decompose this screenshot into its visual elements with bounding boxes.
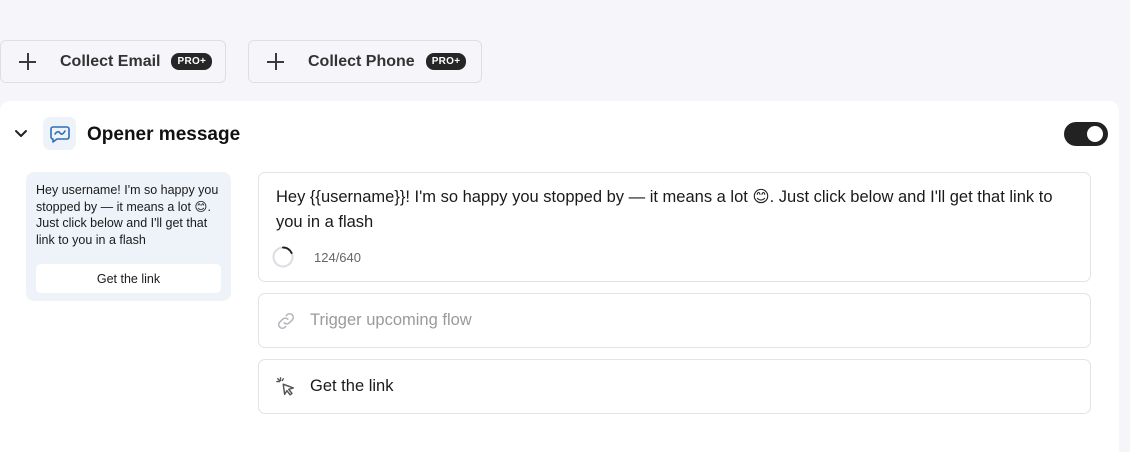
collect-email-label: Collect Email — [60, 52, 161, 70]
click-cursor-icon — [276, 376, 295, 396]
link-icon — [278, 312, 294, 329]
trigger-flow-placeholder: Trigger upcoming flow — [310, 311, 472, 329]
button-label-field[interactable]: Get the link — [258, 359, 1091, 414]
message-preview: Hey username! I'm so happy you stopped b… — [26, 172, 231, 301]
plus-icon — [267, 53, 284, 70]
pro-badge: PRO+ — [425, 53, 467, 70]
preview-text: Hey username! I'm so happy you stopped b… — [36, 183, 219, 247]
plus-icon — [19, 53, 36, 70]
opener-enabled-toggle[interactable] — [1064, 122, 1108, 146]
trigger-flow-field[interactable]: Trigger upcoming flow — [258, 293, 1091, 348]
message-editor[interactable]: Hey {{username}}! I'm so happy you stopp… — [258, 172, 1091, 282]
chevron-down-icon[interactable] — [14, 129, 28, 139]
opener-message-title: Opener message — [87, 124, 241, 145]
collect-phone-button[interactable]: Collect Phone PRO+ — [248, 40, 482, 83]
collect-email-button[interactable]: Collect Email PRO+ — [0, 40, 226, 83]
pro-badge: PRO+ — [171, 53, 213, 70]
opener-message-card: Opener message Hey username! I'm so happ… — [0, 101, 1119, 452]
char-counter: 124/640 — [314, 250, 361, 265]
preview-get-link-button: Get the link — [36, 264, 221, 293]
chat-message-icon — [43, 117, 76, 150]
toggle-knob — [1087, 126, 1103, 142]
message-text[interactable]: Hey {{username}}! I'm so happy you stopp… — [276, 185, 1073, 235]
collect-phone-label: Collect Phone — [308, 52, 415, 70]
button-label-text: Get the link — [310, 377, 394, 395]
char-progress-icon — [272, 246, 294, 268]
